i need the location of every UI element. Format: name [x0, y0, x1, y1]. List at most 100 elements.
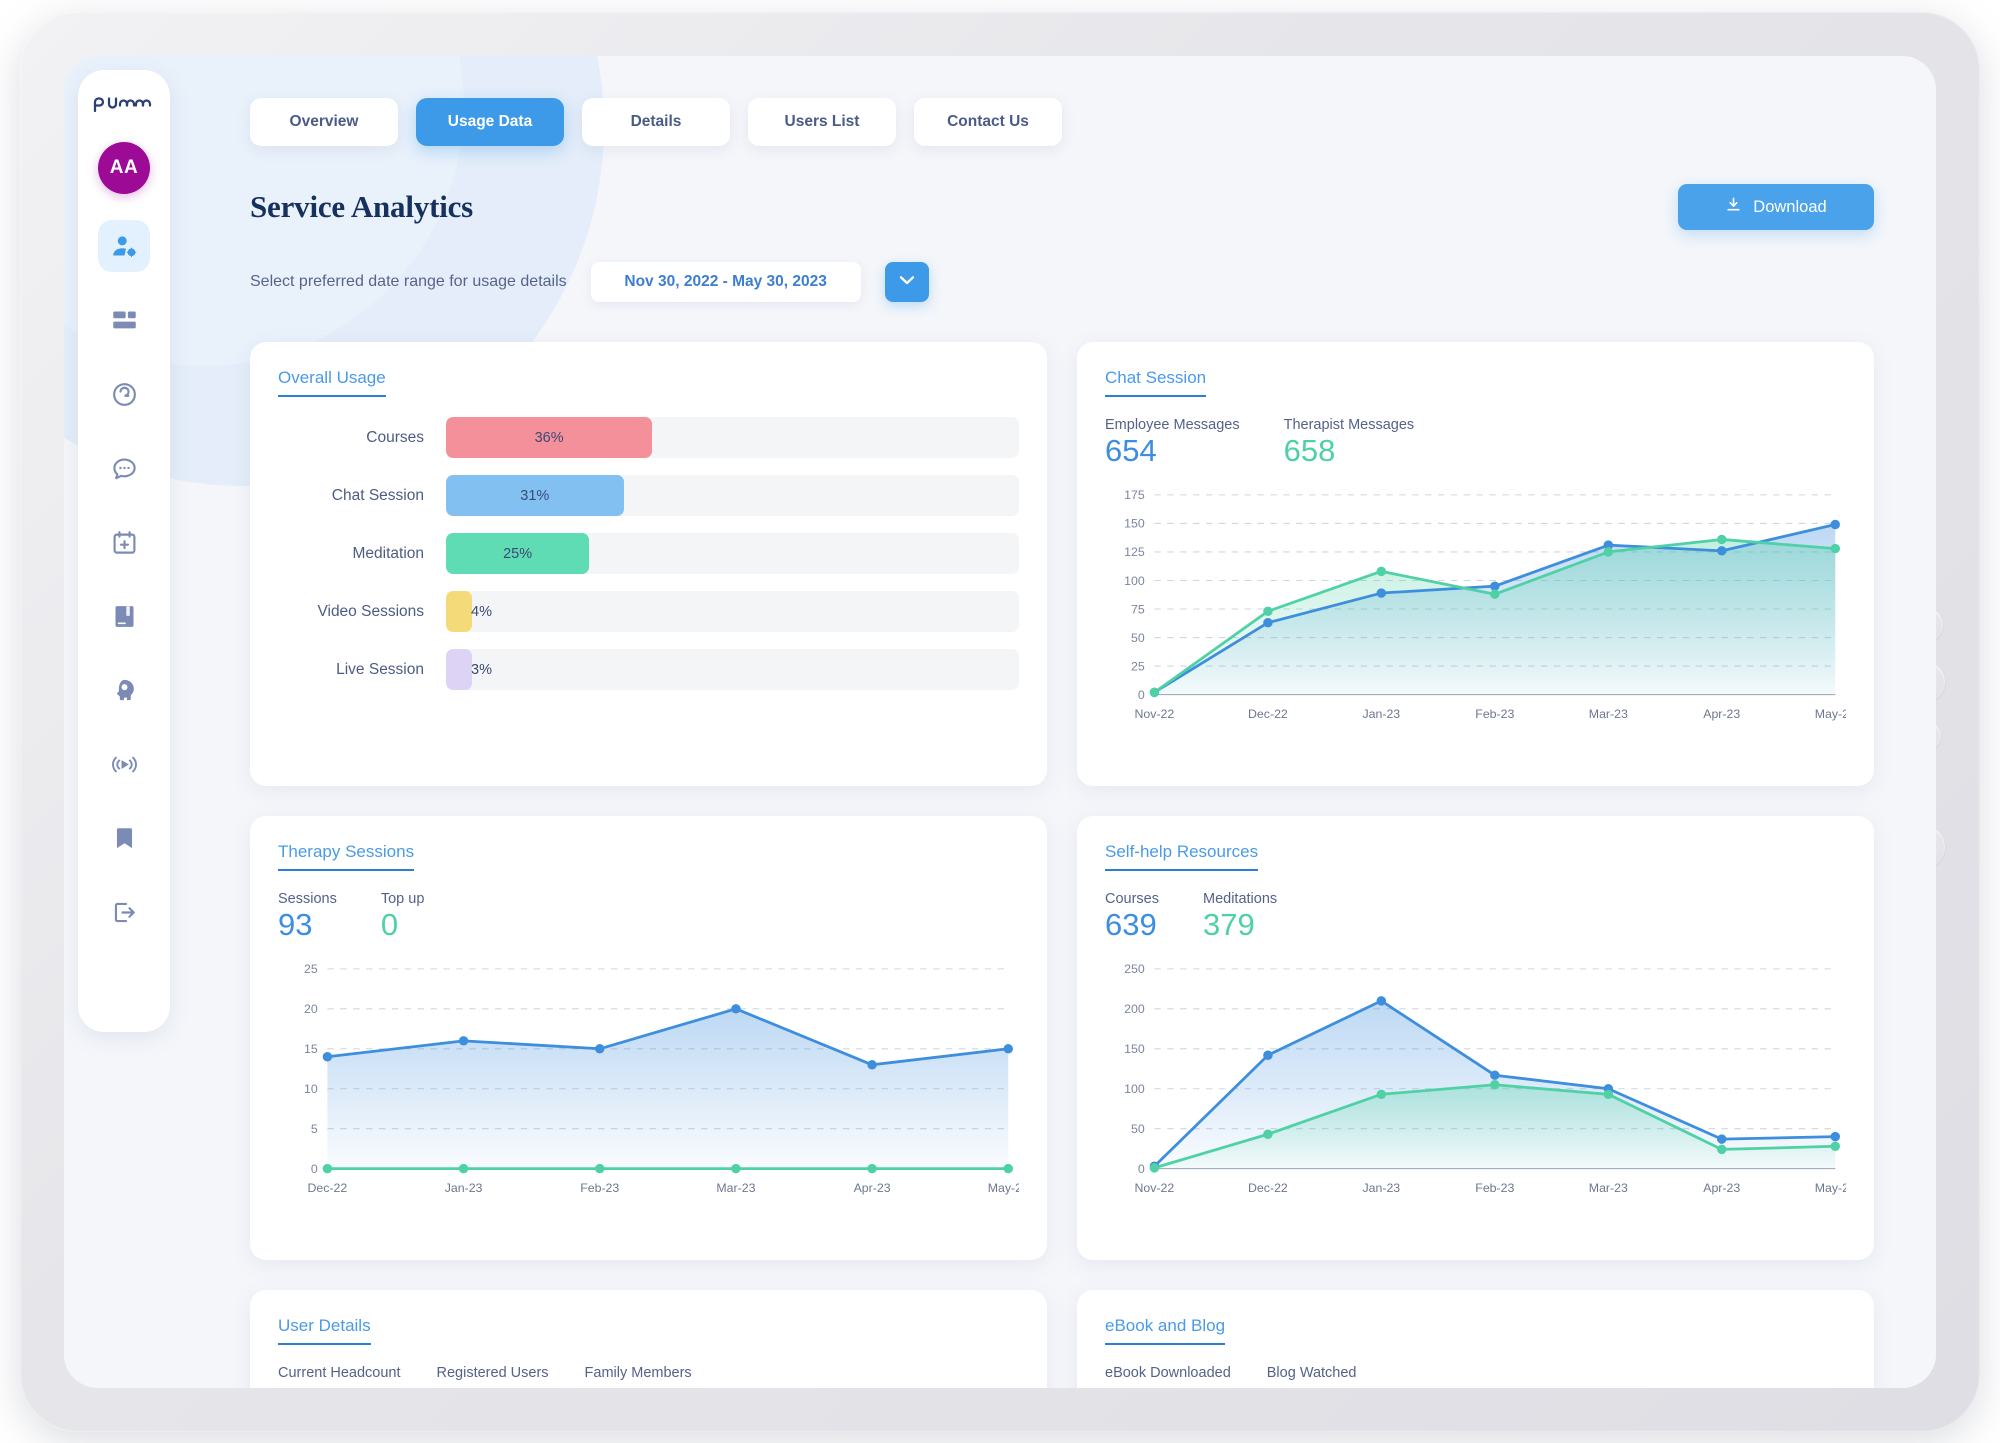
y-tick-label: 50	[1131, 630, 1145, 644]
data-point[interactable]	[1830, 543, 1840, 553]
sidebar-item-user-settings[interactable]	[98, 220, 150, 272]
x-tick-label: Mar-23	[716, 1181, 755, 1195]
data-point[interactable]	[322, 1051, 333, 1062]
tablet-screen-bezel: AA Overview Usage Data Details Users Lis…	[64, 56, 1936, 1388]
sidebar-item-calendar-add[interactable]	[98, 516, 150, 568]
stat-label: Employee Messages	[1105, 417, 1240, 433]
data-point[interactable]	[458, 1163, 469, 1173]
chart-svg: 0 25 50 75 100 125 150 175 Nov-22 Dec-22 Jan-23 Feb…	[1124, 488, 1846, 721]
data-point[interactable]	[1490, 580, 1500, 591]
sidebar-item-dashboard[interactable]	[98, 294, 150, 346]
stat-label: Courses	[1105, 891, 1159, 907]
data-point[interactable]	[1003, 1043, 1013, 1054]
stat-value: 658	[1283, 433, 1336, 468]
y-tick-label: 125	[1124, 545, 1145, 559]
data-point[interactable]	[1263, 606, 1273, 616]
tab-details[interactable]: Details	[582, 98, 730, 146]
data-point[interactable]	[1490, 589, 1500, 599]
bookmark-icon	[111, 825, 138, 852]
cards-grid: Overall Usage Courses 36% Chat Session 31% M…	[250, 342, 1874, 1388]
data-point[interactable]	[1717, 1144, 1727, 1154]
tab-usage-data[interactable]: Usage Data	[416, 98, 564, 146]
date-range-dropdown-button[interactable]	[884, 262, 929, 302]
x-tick-label: Apr-23	[854, 1181, 891, 1195]
data-point[interactable]	[1149, 1162, 1160, 1173]
date-range-input[interactable]: Nov 30, 2022 - May 30, 2023	[590, 262, 861, 302]
stat-value: 639	[1105, 907, 1157, 942]
data-point[interactable]	[1376, 587, 1387, 598]
data-point[interactable]	[1376, 1089, 1387, 1099]
card-title-therapy-sessions: Therapy Sessions	[278, 842, 415, 871]
download-button[interactable]: Download	[1678, 184, 1874, 230]
data-point[interactable]	[1149, 687, 1160, 697]
x-tick-label: Nov-22	[1135, 1181, 1175, 1195]
card-title-user-details: User Details	[278, 1316, 371, 1345]
data-point[interactable]	[1490, 1070, 1500, 1080]
tab-contact-us[interactable]: Contact Us	[914, 98, 1062, 146]
data-point[interactable]	[731, 1163, 741, 1173]
page-header: Service Analytics Download	[250, 184, 1874, 230]
card-title-overall-usage: Overall Usage	[278, 368, 386, 397]
data-point[interactable]	[867, 1163, 877, 1173]
data-point[interactable]	[1603, 1089, 1614, 1099]
data-point[interactable]	[731, 1003, 741, 1014]
data-point[interactable]	[1376, 995, 1387, 1006]
sidebar-item-brand-circle[interactable]	[98, 368, 150, 420]
x-tick-label: Mar-23	[1589, 1181, 1628, 1195]
y-tick-label: 25	[304, 962, 318, 976]
tab-overview[interactable]: Overview	[250, 98, 398, 146]
usage-bar-track: 4%	[446, 591, 1019, 632]
sidebar-item-chat[interactable]	[98, 442, 150, 494]
data-point[interactable]	[1263, 1050, 1273, 1060]
data-point[interactable]	[458, 1035, 469, 1046]
sidebar-item-library[interactable]	[98, 590, 150, 642]
card-overall-usage: Overall Usage Courses 36% Chat Session 31% M…	[250, 342, 1047, 786]
data-point[interactable]	[322, 1163, 333, 1173]
data-point[interactable]	[1830, 1141, 1840, 1151]
x-tick-label: May-23	[1815, 707, 1846, 721]
data-point[interactable]	[1717, 545, 1727, 556]
data-point[interactable]	[1490, 1079, 1500, 1090]
calendar-add-icon	[111, 529, 138, 556]
usage-bar-fill: 36%	[446, 417, 653, 458]
data-point[interactable]	[1830, 519, 1840, 529]
book-icon	[111, 603, 138, 630]
sidebar-item-mindfulness[interactable]	[98, 664, 150, 716]
page-title: Service Analytics	[250, 189, 474, 224]
usage-bar-label: Courses	[366, 428, 424, 446]
sidebar-item-live-broadcast[interactable]	[98, 738, 150, 790]
usage-bar-row: Video Sessions 4%	[278, 591, 1019, 632]
data-point[interactable]	[595, 1043, 605, 1054]
x-tick-label: Feb-23	[1475, 1181, 1514, 1195]
x-tick-label: Feb-23	[580, 1181, 619, 1195]
data-point[interactable]	[1263, 1129, 1273, 1139]
data-point[interactable]	[1003, 1163, 1013, 1173]
usage-bar-fill: 3%	[446, 649, 492, 690]
data-point[interactable]	[595, 1163, 605, 1173]
x-tick-label: Jan-23	[1362, 1181, 1400, 1195]
overall-usage-bar-list: Courses 36% Chat Session 31% Meditation 25% Vi…	[278, 417, 1019, 690]
chart-svg: 0 50 100 150 200 250 Nov-22 Dec-22 Jan-23 Feb-23 M…	[1124, 962, 1846, 1195]
usage-bar-row: Chat Session 31%	[278, 475, 1019, 516]
x-tick-label: Dec-22	[1248, 1181, 1288, 1195]
sidebar-item-bookmarks[interactable]	[98, 812, 150, 864]
main-content: Overview Usage Data Details Users List C…	[184, 56, 1936, 1388]
usage-bar-track: 25%	[446, 533, 1019, 574]
usage-bar-row: Courses 36%	[278, 417, 1019, 458]
data-point[interactable]	[1717, 1133, 1727, 1144]
sidebar-item-logout[interactable]	[98, 886, 150, 938]
label-ebook-downloaded: eBook Downloaded	[1105, 1365, 1231, 1381]
data-point[interactable]	[867, 1059, 877, 1070]
tab-users-list[interactable]: Users List	[748, 98, 896, 146]
data-point[interactable]	[1603, 546, 1614, 557]
data-point[interactable]	[1376, 566, 1387, 576]
y-tick-label: 0	[311, 1161, 318, 1175]
avatar[interactable]: AA	[98, 142, 150, 194]
tab-bar: Overview Usage Data Details Users List C…	[250, 98, 1874, 146]
data-point[interactable]	[1263, 617, 1273, 627]
y-tick-label: 5	[311, 1122, 318, 1136]
usage-bar-label: Meditation	[352, 544, 424, 562]
data-point[interactable]	[1830, 1131, 1840, 1141]
data-point[interactable]	[1717, 534, 1727, 544]
y-tick-label: 150	[1124, 516, 1145, 530]
